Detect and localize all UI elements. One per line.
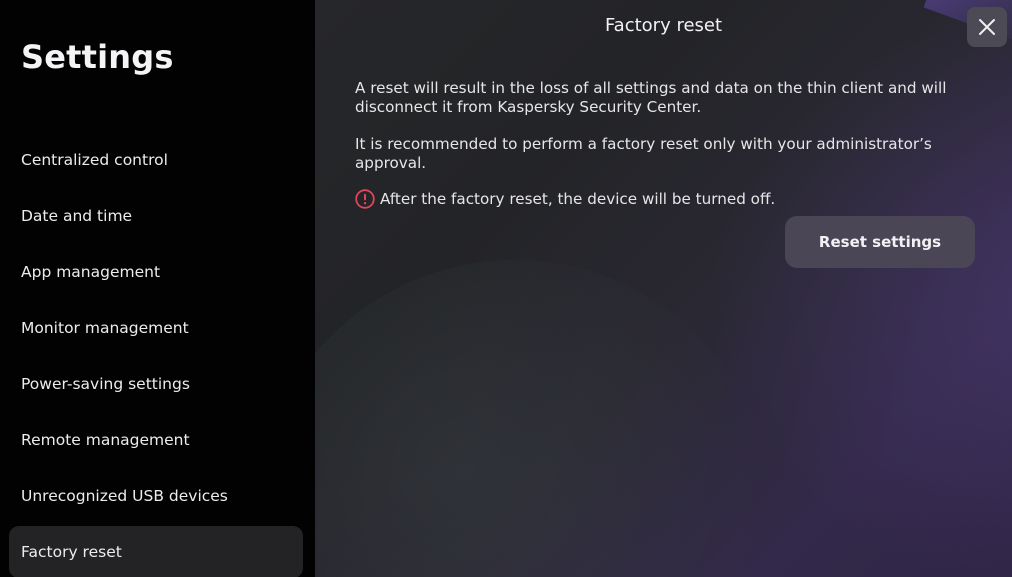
exclamation-circle-icon <box>355 189 375 209</box>
power-off-notice: After the factory reset, the device will… <box>355 189 980 209</box>
close-button[interactable] <box>967 7 1007 47</box>
reset-settings-button[interactable]: Reset settings <box>785 216 975 268</box>
sidebar-nav: Centralized control Date and time App ma… <box>9 134 303 577</box>
sidebar-item-unrecognized-usb-devices[interactable]: Unrecognized USB devices <box>9 470 303 522</box>
power-off-notice-text: After the factory reset, the device will… <box>380 189 776 208</box>
sidebar: Settings Centralized control Date and ti… <box>0 0 315 577</box>
reset-description: A reset will result in the loss of all s… <box>355 79 980 209</box>
sidebar-item-label: Power-saving settings <box>21 375 190 393</box>
sidebar-item-centralized-control[interactable]: Centralized control <box>9 134 303 186</box>
sidebar-item-app-management[interactable]: App management <box>9 246 303 298</box>
sidebar-title: Settings <box>21 38 174 76</box>
sidebar-item-monitor-management[interactable]: Monitor management <box>9 302 303 354</box>
page-title: Factory reset <box>604 15 723 36</box>
sidebar-item-label: Remote management <box>21 431 190 449</box>
main-panel: Factory reset A reset will result in the… <box>315 0 1012 577</box>
reset-warning-paragraph: A reset will result in the loss of all s… <box>355 79 947 116</box>
close-icon <box>979 19 995 35</box>
sidebar-item-date-and-time[interactable]: Date and time <box>9 190 303 242</box>
sidebar-item-label: Date and time <box>21 207 133 225</box>
sidebar-item-label: Unrecognized USB devices <box>21 487 228 505</box>
sidebar-item-power-saving-settings[interactable]: Power-saving settings <box>9 358 303 410</box>
sidebar-item-factory-reset[interactable]: Factory reset <box>9 526 303 577</box>
admin-approval-paragraph: It is recommended to perform a factory r… <box>355 135 932 172</box>
sidebar-item-label: App management <box>21 263 161 281</box>
sidebar-item-label: Monitor management <box>21 319 189 337</box>
settings-window: Settings Centralized control Date and ti… <box>0 0 1012 577</box>
sidebar-item-label: Centralized control <box>21 151 168 169</box>
sidebar-item-label: Factory reset <box>21 543 122 561</box>
sidebar-item-remote-management[interactable]: Remote management <box>9 414 303 466</box>
